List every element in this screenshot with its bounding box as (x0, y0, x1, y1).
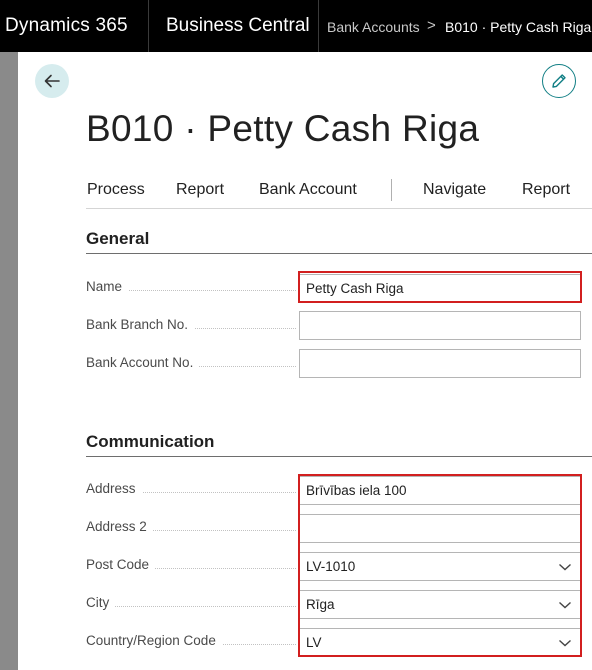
action-bar: Process Report Bank Account Navigate Rep… (86, 170, 592, 209)
action-report[interactable]: Report (176, 181, 224, 199)
breadcrumb-bank-accounts[interactable]: Bank Accounts (327, 19, 420, 35)
bank-branch-no-field[interactable] (299, 311, 581, 340)
address-field[interactable]: Brīvības iela 100 (299, 476, 581, 505)
breadcrumb-current: B010 · Petty Cash Riga (445, 19, 592, 35)
post-code-select[interactable]: LV-1010 (299, 552, 581, 581)
back-button[interactable] (35, 64, 69, 98)
field-label-post-code: Post Code (86, 557, 296, 577)
section-general-rule (86, 253, 592, 254)
pencil-icon (552, 74, 566, 88)
field-label-city: City (86, 595, 296, 615)
chevron-down-icon (559, 563, 571, 571)
city-select[interactable]: Rīga (299, 590, 581, 619)
section-communication-rule (86, 456, 592, 457)
section-communication-title[interactable]: Communication (86, 432, 214, 452)
field-label-name: Name (86, 279, 296, 299)
action-navigate[interactable]: Navigate (423, 181, 486, 199)
post-code-value: LV-1010 (306, 559, 356, 574)
address-2-field[interactable] (299, 514, 581, 543)
bank-account-no-field[interactable] (299, 349, 581, 378)
country-region-code-select[interactable]: LV (299, 628, 581, 657)
action-bank-account[interactable]: Bank Account (259, 181, 357, 199)
action-process[interactable]: Process (87, 181, 145, 199)
topbar-divider (318, 0, 319, 52)
field-label-address-2: Address 2 (86, 519, 296, 539)
chevron-down-icon (559, 601, 571, 609)
field-label-bank-account-no: Bank Account No. (86, 355, 296, 375)
arrow-left-icon (44, 74, 60, 88)
page-title: B010 · Petty Cash Riga (86, 108, 480, 149)
action-report-2[interactable]: Report (522, 181, 570, 199)
section-general-title[interactable]: General (86, 229, 149, 249)
country-region-code-value: LV (306, 635, 322, 650)
field-label-address: Address (86, 481, 296, 501)
edit-button[interactable] (542, 64, 576, 98)
name-field[interactable]: Petty Cash Riga (299, 274, 581, 303)
topbar-divider (148, 0, 149, 52)
app-name[interactable]: Dynamics 365 (5, 15, 128, 37)
product-name[interactable]: Business Central (166, 15, 310, 37)
top-bar: Dynamics 365 Business Central Bank Accou… (0, 0, 592, 52)
chevron-down-icon (559, 639, 571, 647)
action-separator (391, 179, 392, 201)
left-gray-strip (0, 52, 18, 670)
breadcrumb-separator: > (427, 17, 436, 34)
field-label-bank-branch-no: Bank Branch No. (86, 317, 296, 337)
field-label-country-region-code: Country/Region Code (86, 633, 296, 653)
city-value: Rīga (306, 597, 335, 612)
